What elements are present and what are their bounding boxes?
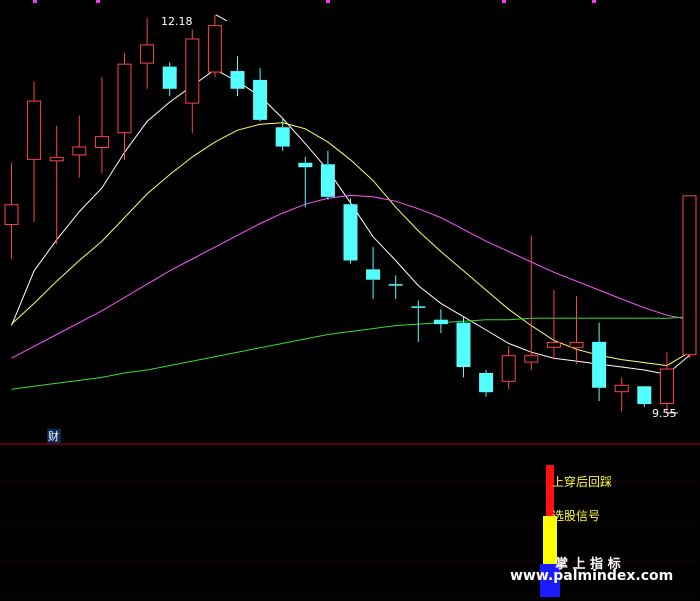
candle-body-down: [388, 284, 403, 286]
candle-28: [637, 386, 652, 407]
candle-body-down: [411, 306, 426, 308]
candle-body-up: [614, 384, 629, 393]
candle-body-up: [4, 204, 19, 225]
signal1-label: 上穿后回踩: [552, 474, 612, 489]
candle-body-up: [569, 341, 584, 348]
candle-body-down: [592, 341, 607, 388]
top-tick-4: [592, 0, 596, 3]
candle-body-up: [94, 136, 109, 149]
candle-body-up: [27, 100, 42, 160]
high-price-label: 12.18: [161, 15, 193, 28]
signal2-label: 选股信号: [552, 509, 600, 523]
candle-body-up: [185, 38, 200, 104]
candle-body-down: [253, 79, 268, 120]
top-tick-1: [96, 0, 100, 3]
candle-body-up: [72, 146, 87, 156]
candle-body-up: [524, 355, 539, 363]
candle-body-up: [546, 341, 561, 348]
candle-30: [682, 195, 697, 359]
candle-body-up: [501, 355, 516, 382]
candle-body-down: [637, 386, 652, 405]
watermark-url: www.palmindex.com: [510, 568, 674, 584]
candle-body-up: [49, 156, 64, 162]
candle-body-down: [162, 66, 177, 89]
candle-body-down: [298, 162, 313, 168]
candle-body-down: [456, 322, 471, 368]
candle-body-down: [479, 372, 494, 393]
candle-body-up: [682, 195, 697, 356]
candle-body-up: [140, 44, 155, 64]
candle-body-up: [207, 25, 222, 73]
candle-body-down: [433, 319, 448, 325]
top-tick-3: [502, 0, 506, 3]
candle-body-down: [320, 164, 335, 197]
candle-body-down: [366, 269, 381, 280]
stock-chart: 12.18 9.55 财 上穿后回踩 选股信号: [0, 0, 700, 601]
top-tick-0: [33, 0, 37, 3]
candle-15: [343, 198, 358, 264]
candle-body-up: [117, 63, 132, 134]
candle-body-down: [230, 71, 245, 89]
candle-body-down: [275, 127, 290, 147]
cai-label: 财: [48, 429, 59, 443]
candle-body-up: [659, 368, 674, 405]
candle-body-down: [343, 204, 358, 261]
top-tick-2: [326, 0, 330, 3]
